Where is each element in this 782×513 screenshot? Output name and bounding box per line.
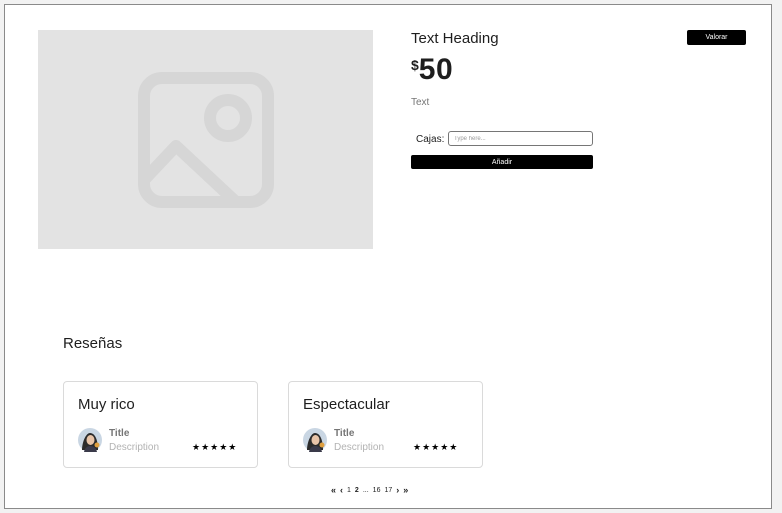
product-image [38,30,373,249]
page-link-2[interactable]: 2 [355,487,359,494]
price-currency: $ [411,57,419,73]
page-link-17[interactable]: 17 [384,487,392,494]
add-to-cart-button[interactable]: Añadir [411,155,593,169]
reviewer-title: Title [334,428,355,439]
avatar [303,428,327,452]
prev-page-button[interactable]: ‹ [340,485,343,495]
product-price: $50 [411,53,453,87]
review-title: Muy rico [78,396,135,413]
reviewer-title: Title [109,428,130,439]
next-page-button[interactable]: › [396,485,399,495]
last-page-button[interactable]: » [403,485,408,495]
image-placeholder-icon [137,71,274,208]
star-rating: ★★★★★ [413,442,459,452]
quantity-label: Cajas: [416,134,445,145]
review-card: Espectacular Title Description ★★★★★ [288,381,483,468]
avatar [78,428,102,452]
price-amount: 50 [418,53,454,86]
first-page-button[interactable]: « [331,485,336,495]
review-card: Muy rico Title Description ★★★★★ [63,381,258,468]
page-frame: Text Heading $50 Text Cajas: Añadir Valo… [4,4,772,509]
reviewer-description: Description [109,442,160,453]
reviews-title: Reseñas [63,335,123,352]
page-link-1[interactable]: 1 [347,487,351,494]
page-ellipsis: ... [362,486,369,494]
reviewer-description: Description [334,442,385,453]
pagination: « ‹ 1 2 ... 16 17 › » [331,484,408,496]
review-title: Espectacular [303,396,390,413]
star-rating: ★★★★★ [192,442,238,452]
rate-button[interactable]: Valorar [687,30,746,45]
product-heading: Text Heading [411,30,499,47]
page-link-16[interactable]: 16 [373,487,381,494]
quantity-input[interactable] [448,131,593,146]
product-description: Text [411,97,430,108]
